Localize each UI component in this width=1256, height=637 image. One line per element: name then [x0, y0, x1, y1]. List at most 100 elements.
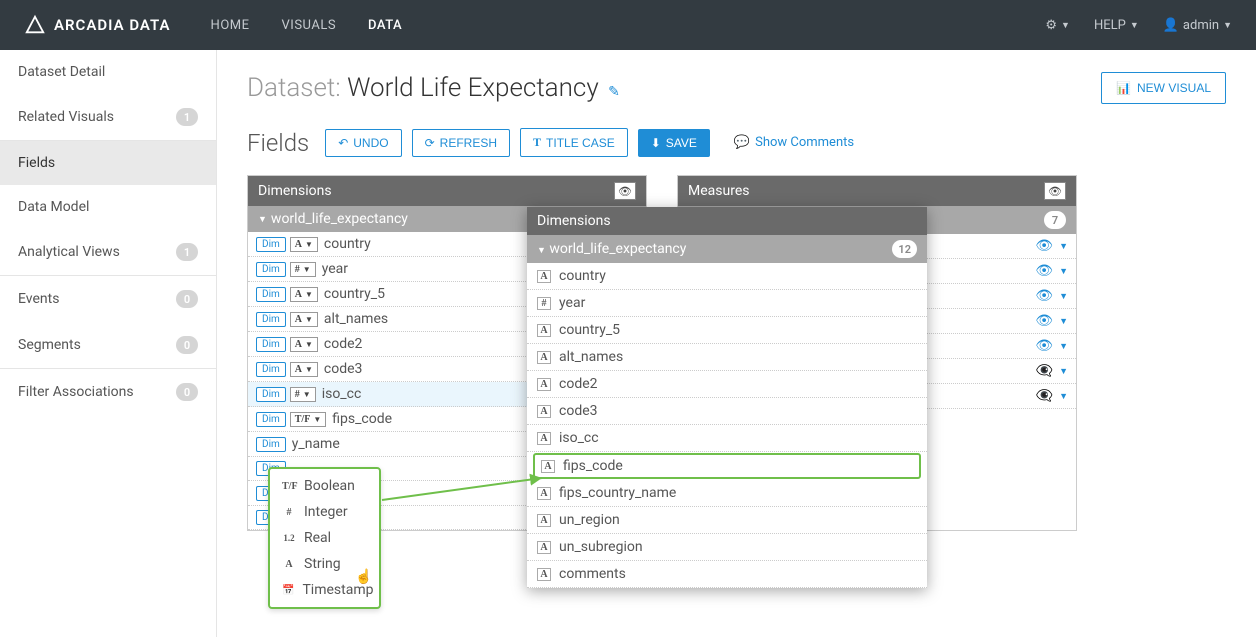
- visibility-icon[interactable]: 👁 ▼: [1035, 263, 1068, 279]
- nav-right: ⚙ ▼ HELP ▼ 👤 admin ▼: [1045, 18, 1232, 33]
- main: Dataset: World Life Expectancy ✎ 📊 NEW V…: [217, 50, 1256, 637]
- refresh-button[interactable]: ⟳REFRESH: [412, 129, 510, 157]
- popup-field-row[interactable]: Aalt_names: [527, 344, 927, 371]
- field-name: fips_country_name: [559, 485, 676, 501]
- type-selector[interactable]: T/F ▼: [290, 412, 326, 427]
- save-icon: ⬇: [651, 136, 661, 150]
- popup-field-row[interactable]: Afips_country_name: [527, 480, 927, 507]
- measures-header: Measures 👁: [678, 176, 1076, 206]
- field-name: code3: [324, 361, 363, 377]
- popup-field-row[interactable]: Acode2: [527, 371, 927, 398]
- user-icon: 👤: [1163, 18, 1179, 33]
- type-icon: A: [537, 351, 551, 364]
- type-selector[interactable]: A ▼: [290, 337, 318, 352]
- nav-links: HOME VISUALS DATA: [211, 18, 403, 33]
- save-button[interactable]: ⬇SAVE: [638, 129, 710, 157]
- visibility-icon[interactable]: 👁 ▼: [1035, 338, 1068, 354]
- dim-chip: Dim: [256, 237, 286, 252]
- count-badge: 0: [176, 290, 198, 308]
- visibility-icon[interactable]: 👁 ▼: [1035, 313, 1068, 329]
- boolean-icon: T/F: [282, 481, 296, 492]
- popup-field-row[interactable]: Acode3: [527, 398, 927, 425]
- popup-field-row[interactable]: Afips_code: [533, 453, 921, 479]
- field-name: iso_cc: [322, 386, 362, 402]
- type-option-integer[interactable]: #Integer: [270, 499, 379, 525]
- count-badge: 1: [176, 108, 198, 126]
- dim-chip: Dim: [256, 312, 286, 327]
- field-name: y_name: [292, 436, 340, 452]
- section-title: Fields: [247, 129, 309, 157]
- count-badge: 0: [176, 383, 198, 401]
- sidebar-events[interactable]: Events0: [0, 276, 216, 322]
- visibility-icon[interactable]: 👁 ▼: [1035, 238, 1068, 254]
- sidebar-data-model[interactable]: Data Model: [0, 185, 216, 229]
- caret-down-icon: ▼: [305, 240, 313, 249]
- page-header: Dataset: World Life Expectancy ✎ 📊 NEW V…: [247, 72, 1226, 104]
- caret-down-icon: ▼: [313, 415, 321, 424]
- popup-field-row[interactable]: Aun_subregion: [527, 534, 927, 561]
- help-menu[interactable]: HELP ▼: [1094, 18, 1139, 33]
- visibility-toggle-icon[interactable]: 👁: [1044, 182, 1066, 200]
- type-selector[interactable]: A ▼: [290, 362, 318, 377]
- sidebar-filter-associations[interactable]: Filter Associations0: [0, 369, 216, 415]
- type-dropdown[interactable]: T/FBoolean #Integer 1.2Real AString 📅Tim…: [268, 467, 381, 609]
- popup-field-row[interactable]: Acountry_5: [527, 317, 927, 344]
- nav-data[interactable]: DATA: [368, 18, 402, 33]
- field-name: year: [559, 295, 585, 311]
- visibility-icon[interactable]: 👁‍🗨 ▼: [1036, 388, 1068, 404]
- field-name: code2: [559, 376, 598, 392]
- field-name: fips_code: [332, 411, 392, 427]
- sidebar: Dataset Detail Related Visuals1 Fields D…: [0, 50, 217, 637]
- popup-field-row[interactable]: Aiso_cc: [527, 425, 927, 452]
- caret-down-icon: ▼: [305, 340, 313, 349]
- settings-menu[interactable]: ⚙ ▼: [1045, 18, 1070, 33]
- popup-field-row[interactable]: # year: [527, 290, 927, 317]
- top-nav: ARCADIA DATA HOME VISUALS DATA ⚙ ▼ HELP …: [0, 0, 1256, 50]
- new-visual-button[interactable]: 📊 NEW VISUAL: [1101, 72, 1226, 104]
- timestamp-icon: 📅: [282, 585, 294, 596]
- type-icon: A: [537, 405, 551, 418]
- type-icon: A: [541, 460, 555, 473]
- user-menu[interactable]: 👤 admin ▼: [1163, 18, 1232, 33]
- sidebar-segments[interactable]: Segments0: [0, 322, 216, 368]
- sidebar-analytical-views[interactable]: Analytical Views1: [0, 229, 216, 275]
- field-name: alt_names: [324, 311, 388, 327]
- type-selector[interactable]: A ▼: [290, 287, 318, 302]
- type-icon: #: [537, 297, 551, 310]
- sidebar-related-visuals[interactable]: Related Visuals1: [0, 94, 216, 140]
- nav-home[interactable]: HOME: [211, 18, 250, 33]
- field-name: un_subregion: [559, 539, 643, 555]
- visibility-toggle-icon[interactable]: 👁: [614, 182, 636, 200]
- show-comments-link[interactable]: 💬Show Comments: [734, 135, 854, 150]
- type-selector[interactable]: # ▼: [290, 387, 316, 402]
- field-name: iso_cc: [559, 430, 599, 446]
- dim-chip: Dim: [256, 412, 286, 427]
- cursor-icon: ☝: [355, 569, 372, 585]
- caret-down-icon: ▼: [1059, 241, 1068, 252]
- popup-field-row[interactable]: Acomments: [527, 561, 927, 588]
- brand-logo-icon: [24, 14, 46, 36]
- field-name: code3: [559, 403, 598, 419]
- caret-down-icon: ▼: [1223, 20, 1232, 31]
- fields-toolbar: Fields ↶UNDO ⟳REFRESH TTITLE CASE ⬇SAVE …: [247, 128, 1226, 157]
- count-badge: 0: [176, 336, 198, 354]
- type-selector[interactable]: A ▼: [290, 312, 318, 327]
- popup-table-header[interactable]: ▼ world_life_expectancy 12: [527, 235, 927, 263]
- popup-field-row[interactable]: Aun_region: [527, 507, 927, 534]
- nav-visuals[interactable]: VISUALS: [282, 18, 337, 33]
- sidebar-dataset-detail[interactable]: Dataset Detail: [0, 50, 216, 94]
- visibility-icon[interactable]: 👁‍🗨 ▼: [1036, 363, 1068, 379]
- popup-field-row[interactable]: Acountry: [527, 263, 927, 290]
- title-case-button[interactable]: TTITLE CASE: [520, 128, 628, 157]
- type-selector[interactable]: A ▼: [290, 237, 318, 252]
- edit-title-icon[interactable]: ✎: [608, 84, 620, 100]
- count-badge: 12: [892, 240, 917, 258]
- type-option-boolean[interactable]: T/FBoolean: [270, 473, 379, 499]
- type-option-real[interactable]: 1.2Real: [270, 525, 379, 551]
- sidebar-fields[interactable]: Fields: [0, 141, 216, 185]
- page-title: Dataset: World Life Expectancy ✎: [247, 73, 620, 103]
- undo-button[interactable]: ↶UNDO: [325, 129, 401, 157]
- dim-chip: Dim: [256, 337, 286, 352]
- type-selector[interactable]: # ▼: [290, 262, 316, 277]
- visibility-icon[interactable]: 👁 ▼: [1035, 288, 1068, 304]
